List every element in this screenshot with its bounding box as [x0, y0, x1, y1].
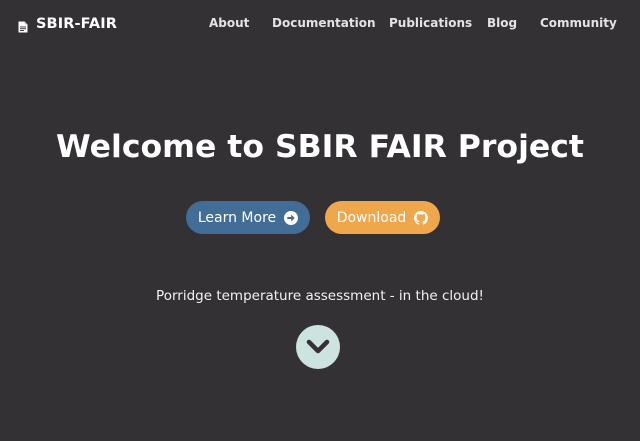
- nav-link-documentation[interactable]: Documentation: [272, 16, 376, 30]
- arrow-circle-right-icon: [284, 210, 299, 225]
- download-label: Download: [336, 209, 407, 226]
- document-icon: [18, 18, 28, 33]
- brand-link[interactable]: SBIR-FAIR: [18, 13, 117, 35]
- nav-link-community[interactable]: Community: [540, 16, 617, 30]
- nav-link-blog[interactable]: Blog: [487, 16, 517, 30]
- nav-link-publications[interactable]: Publications: [389, 16, 472, 30]
- chevron-down-icon: [306, 339, 330, 355]
- github-icon: [414, 210, 429, 225]
- learn-more-button[interactable]: Learn More: [186, 201, 310, 234]
- hero-tagline: Porridge temperature assessment - in the…: [156, 288, 484, 304]
- nav-link-about[interactable]: About: [209, 16, 249, 30]
- learn-more-label: Learn More: [197, 209, 277, 226]
- hero-title: Welcome to SBIR FAIR Project: [56, 129, 584, 165]
- brand-name: SBIR-FAIR: [36, 16, 117, 32]
- page: SBIR-FAIR About Documentation Publicatio…: [0, 0, 640, 441]
- top-navbar: SBIR-FAIR About Documentation Publicatio…: [0, 0, 640, 48]
- scroll-down-button[interactable]: [296, 325, 340, 369]
- download-button[interactable]: Download: [325, 201, 440, 234]
